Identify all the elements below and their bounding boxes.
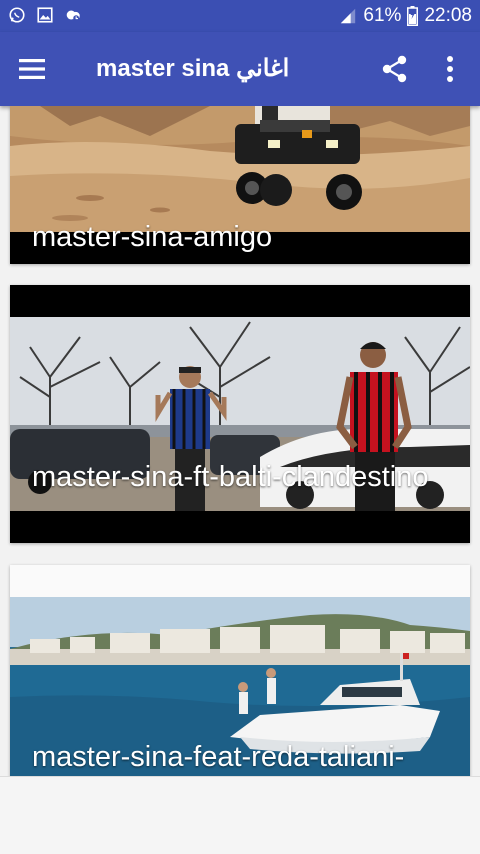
system-status: 61% 22:08: [339, 5, 472, 27]
cloud-icon: [66, 10, 80, 22]
app-title: master sina اغاني: [96, 55, 290, 82]
video-card[interactable]: master-sina-amigo: [10, 106, 470, 264]
gallery-icon: [37, 7, 53, 23]
battery-icon: [407, 6, 419, 26]
video-list: master-sina-amigo master-sina-ft-balti-c…: [0, 106, 480, 776]
notification-icons: [8, 6, 82, 24]
bottom-area: [0, 776, 480, 854]
menu-icon[interactable]: [16, 54, 48, 84]
share-icon[interactable]: [380, 54, 410, 84]
video-card[interactable]: master-sina-feat-reda-taliani-: [10, 565, 470, 776]
more-vert-icon[interactable]: [440, 54, 460, 84]
video-thumbnail: [10, 106, 470, 232]
video-title: master-sina-ft-balti-clandestino: [32, 461, 429, 493]
video-title: master-sina-feat-reda-taliani-: [32, 741, 405, 773]
video-card[interactable]: master-sina-ft-balti-clandestino: [10, 285, 470, 543]
signal-icon: [341, 8, 356, 24]
video-title: master-sina-amigo: [32, 221, 273, 253]
status-bar: 61% 22:08: [0, 0, 480, 32]
app-bar: master sina اغاني: [0, 32, 480, 106]
clock: 22:08: [424, 5, 472, 26]
whatsapp-icon: [9, 7, 25, 23]
battery-percent: 61%: [363, 5, 402, 26]
